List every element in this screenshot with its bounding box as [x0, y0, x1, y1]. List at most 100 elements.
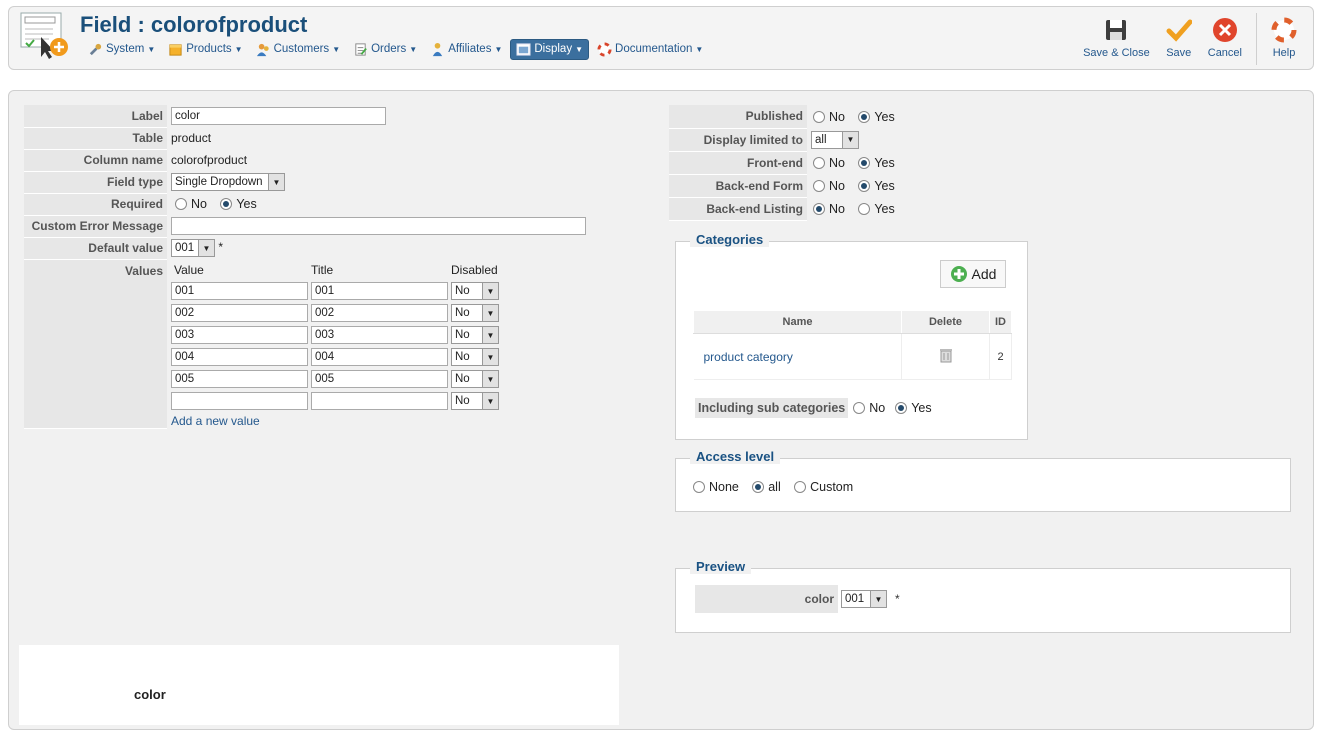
dropdown-arrow-icon: ▼	[482, 349, 498, 365]
published-no-label: No	[829, 109, 845, 124]
value-input[interactable]	[171, 348, 308, 366]
title-input[interactable]	[311, 348, 448, 366]
include-sub-row: Including sub categories No Yes	[695, 398, 938, 418]
values-label: Values	[24, 259, 167, 429]
label-input[interactable]	[171, 107, 386, 125]
category-name-link[interactable]: product category	[704, 350, 793, 364]
frontend-yes-radio[interactable]	[858, 156, 871, 169]
menu-customers[interactable]: Customers ▼	[251, 39, 346, 60]
title-input[interactable]	[311, 304, 448, 322]
dropdown-arrow-icon: ▼	[482, 327, 498, 343]
default-value-select[interactable]: 001 ▼	[171, 239, 215, 257]
published-label: Published	[669, 105, 807, 129]
frontend-no-label: No	[829, 155, 845, 170]
menu-documentation[interactable]: Documentation ▼	[592, 39, 708, 60]
title-input[interactable]	[311, 370, 448, 388]
value-input[interactable]	[171, 282, 308, 300]
lifebuoy-icon	[597, 41, 612, 57]
frontend-no-radio[interactable]	[813, 156, 825, 169]
dropdown-arrow-icon: ▼	[482, 305, 498, 321]
access-none-label: None	[709, 479, 739, 494]
access-all-radio[interactable]	[752, 480, 765, 493]
value-row: No ▼	[171, 304, 586, 322]
value-input[interactable]	[171, 326, 308, 344]
value-row: No ▼	[171, 392, 586, 410]
preview-select[interactable]: 001 ▼	[841, 590, 887, 608]
preview-legend: Preview	[690, 559, 752, 574]
add-new-value-link[interactable]: Add a new value	[171, 414, 260, 428]
backend-form-no-radio[interactable]	[813, 179, 825, 192]
save-label: Save	[1166, 47, 1192, 59]
values-header: Value Title Disabled	[171, 263, 586, 277]
menu-documentation-label: Documentation	[615, 43, 693, 55]
access-none-radio[interactable]	[693, 480, 705, 493]
disabled-select[interactable]: No ▼	[451, 348, 499, 366]
value-input[interactable]	[171, 370, 308, 388]
access-custom-radio[interactable]	[794, 480, 807, 493]
title-input[interactable]	[311, 326, 448, 344]
value-input[interactable]	[171, 392, 308, 410]
menu-affiliates[interactable]: Affiliates ▼	[425, 39, 507, 60]
categories-col-id: ID	[989, 310, 1012, 334]
display-limited-select[interactable]: all ▼	[811, 130, 859, 149]
include-sub-label: Including sub categories	[695, 398, 849, 418]
published-yes-radio[interactable]	[858, 110, 871, 123]
values-col-disabled: Disabled	[451, 263, 498, 277]
custom-error-input[interactable]	[171, 217, 586, 235]
disabled-select[interactable]: No ▼	[451, 326, 499, 344]
published-no-radio[interactable]	[813, 110, 825, 123]
disabled-select[interactable]: No ▼	[451, 370, 499, 388]
menu-system[interactable]: System ▼	[83, 39, 160, 60]
menu-affiliates-label: Affiliates	[448, 43, 492, 55]
value-row: No ▼	[171, 326, 586, 344]
table-value: product	[171, 131, 212, 145]
help-button[interactable]: Help	[1263, 11, 1305, 67]
value-input[interactable]	[171, 304, 308, 322]
chevron-down-icon: ▼	[695, 44, 704, 54]
dropdown-arrow-icon: ▼	[268, 174, 284, 190]
backend-form-yes-radio[interactable]	[858, 179, 871, 192]
menu-system-label: System	[106, 43, 145, 55]
save-close-button[interactable]: Save & Close	[1075, 11, 1158, 67]
main-panel: Label Table product Column name colorofp…	[8, 90, 1314, 730]
backend-listing-yes-radio[interactable]	[858, 202, 871, 215]
published-yes-label: Yes	[874, 109, 895, 124]
disabled-value: No	[455, 351, 470, 363]
trash-icon[interactable]	[939, 347, 953, 363]
category-id: 2	[989, 333, 1012, 380]
include-sub-yes-radio[interactable]	[895, 402, 908, 414]
save-button[interactable]: Save	[1158, 11, 1200, 67]
disabled-select[interactable]: No ▼	[451, 304, 499, 322]
menu-display[interactable]: Display ▼	[510, 38, 590, 60]
dropdown-arrow-icon: ▼	[842, 131, 858, 148]
add-category-button[interactable]: Add	[940, 260, 1006, 288]
label-field-label: Label	[24, 105, 167, 128]
categories-col-name: Name	[693, 310, 902, 334]
chevron-down-icon: ▼	[147, 44, 156, 54]
floppy-disk-icon	[1106, 20, 1127, 40]
dropdown-arrow-icon: ▼	[482, 371, 498, 387]
default-value-label: Default value	[24, 237, 167, 260]
disabled-select[interactable]: No ▼	[451, 282, 499, 300]
cancel-button[interactable]: Cancel	[1200, 11, 1250, 67]
add-category-label: Add	[971, 266, 997, 282]
categories-table: Name Delete ID product category 2	[693, 310, 1012, 380]
page-title: Field : colorofproduct	[80, 12, 308, 37]
menu-products[interactable]: Products ▼	[163, 39, 247, 60]
access-custom-label: Custom	[810, 479, 854, 494]
chevron-down-icon: ▼	[332, 44, 341, 54]
disabled-select[interactable]: No ▼	[451, 392, 499, 410]
menu-orders[interactable]: Orders ▼	[348, 39, 422, 60]
required-star: *	[218, 240, 224, 255]
field-type-label: Field type	[24, 171, 167, 194]
table-label: Table	[24, 127, 167, 150]
backend-listing-no-radio[interactable]	[813, 202, 825, 215]
field-type-select[interactable]: Single Dropdown ▼	[171, 173, 285, 191]
title-input[interactable]	[311, 392, 448, 410]
cancel-icon	[1212, 18, 1237, 42]
required-no-radio[interactable]	[175, 198, 187, 211]
title-input[interactable]	[311, 282, 448, 300]
include-sub-no-radio[interactable]	[853, 402, 866, 414]
required-yes-radio[interactable]	[220, 198, 233, 211]
menu-orders-label: Orders	[371, 43, 407, 55]
